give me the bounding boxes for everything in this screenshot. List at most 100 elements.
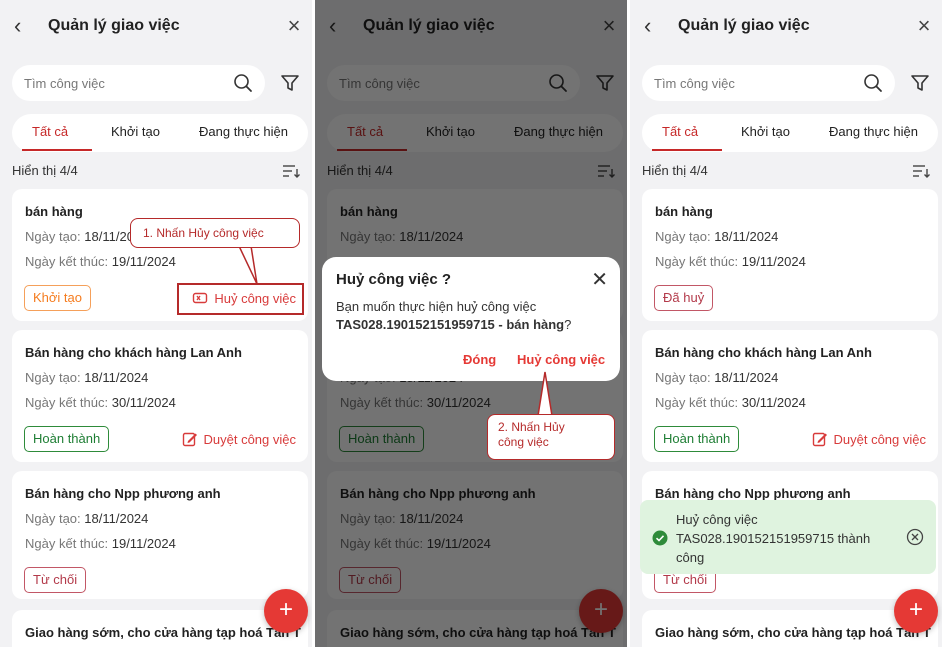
instruction-callout: 1. Nhấn Hủy công việc: [130, 218, 300, 248]
sort-icon[interactable]: [912, 163, 930, 179]
tab-all[interactable]: Tất cả: [32, 124, 68, 139]
end-label: Ngày kết thúc:: [655, 395, 739, 410]
task-created: Ngày tạo: 18/11/2024: [655, 229, 778, 244]
filter-icon[interactable]: [909, 72, 931, 94]
tab-initialized[interactable]: Khởi tạo: [741, 124, 790, 139]
status-badge: Từ chối: [24, 567, 87, 593]
approve-task-label: Duyệt công việc: [203, 431, 297, 447]
toast-message: Huỷ công việc TAS028.190152151959715 thà…: [676, 512, 871, 565]
result-count: Hiển thị 4/4: [12, 163, 78, 178]
edit-icon: [812, 432, 827, 447]
created-label: Ngày tạo:: [25, 229, 81, 244]
search-icon[interactable]: [233, 73, 253, 93]
tab-in-progress[interactable]: Đang thực hiện: [199, 124, 288, 139]
dialog-title: Huỷ công việc ?: [336, 271, 452, 288]
approve-task-label: Duyệt công việc: [833, 431, 927, 447]
back-arrow-icon[interactable]: ‹: [14, 14, 32, 38]
task-end: Ngày kết thúc: 19/11/2024: [25, 536, 176, 551]
task-title: Giao hàng sớm, cho cửa hàng tạp hoá Tân …: [25, 625, 301, 640]
dialog-message-suffix: ?: [564, 317, 572, 332]
sort-icon[interactable]: [282, 163, 300, 179]
highlight-box: [177, 283, 304, 315]
created-label: Ngày tạo:: [655, 229, 711, 244]
end-label: Ngày kết thúc:: [25, 395, 109, 410]
tab-initialized[interactable]: Khởi tạo: [111, 124, 160, 139]
status-badge: Hoàn thành: [24, 426, 110, 452]
dialog-task-code: TAS028.190152151959715 - bán hàng: [336, 317, 565, 332]
end-label: Ngày kết thúc:: [25, 536, 109, 551]
end-value: 30/11/2024: [741, 395, 806, 410]
add-task-button[interactable]: +: [264, 589, 308, 633]
task-title: Bán hàng cho Npp phương anh: [25, 486, 221, 501]
created-value: 18/11/2024: [714, 229, 779, 244]
tab-underline: [652, 149, 722, 151]
search-icon[interactable]: [863, 73, 883, 93]
task-title: bán hàng: [655, 204, 713, 219]
close-icon[interactable]: ×: [914, 14, 934, 38]
add-task-button[interactable]: +: [894, 589, 938, 633]
task-card[interactable]: Bán hàng cho Npp phương anh Ngày tạo: 18…: [12, 471, 308, 599]
app-header: ‹ Quản lý giao việc ×: [630, 0, 942, 54]
created-label: Ngày tạo:: [655, 370, 711, 385]
tab-underline: [22, 149, 92, 151]
search-input[interactable]: [654, 65, 854, 101]
task-end: Ngày kết thúc: 19/11/2024: [655, 254, 806, 269]
callout-line-1: 2. Nhấn Hủy: [498, 420, 565, 434]
dialog-message-prefix: Bạn muốn thực hiện huỷ công việc: [336, 299, 537, 314]
task-card[interactable]: bán hàng Ngày tạo: 18/11/2024 Ngày kết t…: [642, 189, 938, 321]
page-title: Quản lý giao việc: [678, 17, 810, 34]
tab-bar: Tất cả Khởi tạo Đang thực hiện: [12, 114, 308, 152]
edit-icon: [182, 432, 197, 447]
dialog-message: Bạn muốn thực hiện huỷ công việc TAS028.…: [336, 298, 606, 334]
task-card[interactable]: Bán hàng cho khách hàng Lan Anh Ngày tạo…: [12, 330, 308, 462]
close-icon[interactable]: ✕: [591, 267, 608, 292]
task-title: Bán hàng cho khách hàng Lan Anh: [25, 345, 242, 360]
tab-bar: Tất cả Khởi tạo Đang thực hiện: [642, 114, 938, 152]
task-title: bán hàng: [25, 204, 83, 219]
tab-all[interactable]: Tất cả: [662, 124, 698, 139]
screen-1: ‹ Quản lý giao việc × Tất cả Khởi tạo Đa…: [0, 0, 312, 647]
dialog-close-button[interactable]: Đóng: [463, 352, 496, 367]
task-created: Ngày tạo: 18/11/2024: [655, 370, 778, 385]
search-bar: [12, 65, 265, 101]
dialog-confirm-cancel-button[interactable]: Huỷ công việc: [517, 352, 605, 367]
created-value: 18/11/2024: [84, 370, 149, 385]
end-value: 30/11/2024: [111, 395, 176, 410]
approve-task-button[interactable]: Duyệt công việc: [182, 431, 297, 447]
end-value: 19/11/2024: [111, 536, 176, 551]
created-value: 18/11/2024: [84, 511, 149, 526]
end-label: Ngày kết thúc:: [25, 254, 109, 269]
app-header: ‹ Quản lý giao việc ×: [0, 0, 312, 54]
search-input[interactable]: [24, 65, 224, 101]
check-circle-icon: [652, 530, 668, 546]
task-end: Ngày kết thúc: 19/11/2024: [25, 254, 176, 269]
close-icon[interactable]: ×: [284, 14, 304, 38]
approve-task-button[interactable]: Duyệt công việc: [812, 431, 927, 447]
task-created: Ngày tạo: 18/11/2024: [25, 511, 148, 526]
status-badge: Hoàn thành: [654, 426, 740, 452]
screen-3: ‹ Quản lý giao việc × Tất cả Khởi tạo Đa…: [630, 0, 942, 647]
created-value: 18/11/2024: [714, 370, 779, 385]
end-value: 19/11/2024: [741, 254, 806, 269]
tab-in-progress[interactable]: Đang thực hiện: [829, 124, 918, 139]
end-value: 19/11/2024: [111, 254, 176, 269]
task-end: Ngày kết thúc: 30/11/2024: [655, 395, 806, 410]
cancel-task-dialog: Huỷ công việc ? ✕ Bạn muốn thực hiện huỷ…: [322, 257, 620, 381]
status-badge: Khởi tạo: [24, 285, 91, 311]
created-label: Ngày tạo:: [25, 370, 81, 385]
callout-pointer: [237, 245, 258, 285]
status-badge: Đã huỷ: [654, 285, 714, 311]
success-toast: Huỷ công việc TAS028.190152151959715 thà…: [640, 500, 936, 574]
end-label: Ngày kết thúc:: [655, 254, 739, 269]
search-bar: [642, 65, 895, 101]
back-arrow-icon[interactable]: ‹: [644, 14, 662, 38]
task-title: Bán hàng cho Npp phương anh: [655, 486, 851, 501]
callout-line-2: công việc: [498, 435, 549, 449]
close-circle-icon[interactable]: [906, 528, 924, 546]
task-card[interactable]: Bán hàng cho khách hàng Lan Anh Ngày tạo…: [642, 330, 938, 462]
screen-2: ‹ Quản lý giao việc × Tất cả Khởi tạo Đa…: [315, 0, 627, 647]
filter-icon[interactable]: [279, 72, 301, 94]
task-created: Ngày tạo: 18/11/2024: [25, 370, 148, 385]
instruction-callout: 2. Nhấn Hủy công việc: [487, 414, 615, 460]
page-title: Quản lý giao việc: [48, 17, 180, 34]
